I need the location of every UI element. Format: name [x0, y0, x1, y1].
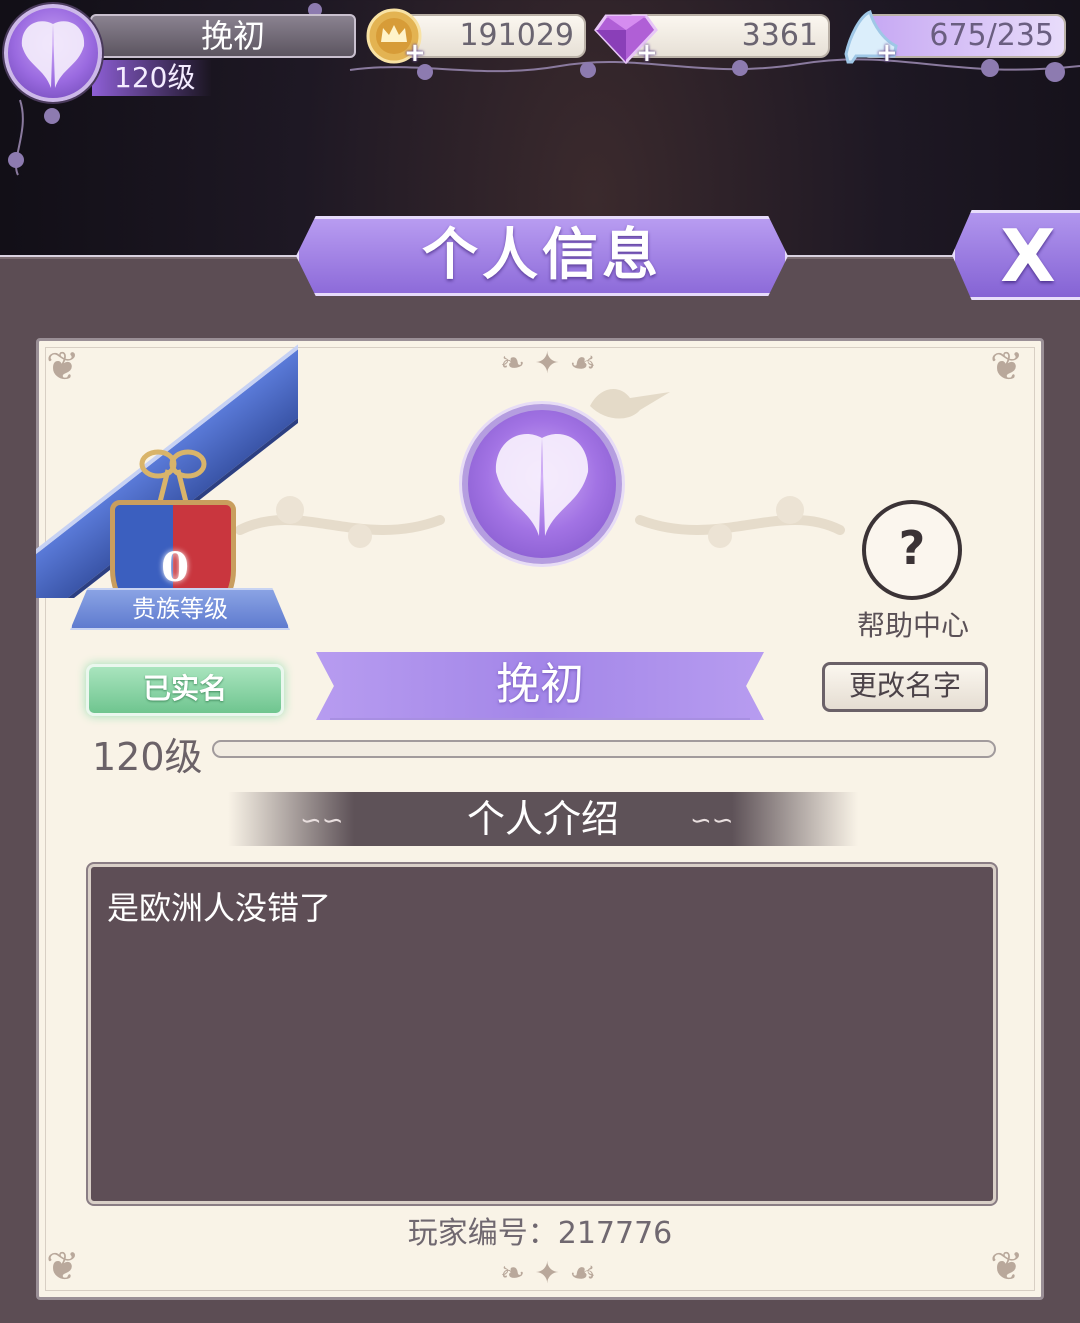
help-center-label[interactable]: 帮助中心	[840, 604, 986, 644]
swirl-right-icon: ∽∽	[690, 806, 734, 836]
rename-button[interactable]: 更改名字	[822, 662, 988, 712]
intro-text: 是欧洲人没错了	[107, 889, 332, 927]
close-icon: X	[1000, 214, 1056, 298]
swirl-left-icon: ∽∽	[300, 806, 344, 836]
bow-icon	[139, 449, 207, 503]
name-banner-line-bottom	[330, 718, 750, 720]
corner-ornament-tr: ❦	[990, 344, 1024, 390]
page-title: 个人信息	[296, 216, 788, 296]
hud-player-name: 挽初	[90, 14, 356, 58]
verified-badge: 已实名	[86, 664, 284, 716]
exp-progress-bar	[212, 740, 996, 758]
bottom-ornament: ❧ ✦ ☙	[500, 1256, 597, 1291]
help-book-icon[interactable]: ?	[862, 500, 962, 600]
gold-add-button[interactable]: +	[404, 40, 426, 66]
noble-level-label: 贵族等级	[70, 588, 290, 630]
wings-avatar-icon	[495, 433, 589, 536]
profile-avatar[interactable]	[462, 404, 622, 564]
help-glyph: ?	[898, 521, 926, 575]
player-level: 120级	[92, 735, 203, 779]
player-name: 挽初	[316, 652, 764, 720]
close-button[interactable]: X	[952, 210, 1080, 300]
wings-avatar-icon	[21, 21, 85, 88]
diamond-add-button[interactable]: +	[636, 40, 658, 66]
intro-textarea[interactable]: 是欧洲人没错了	[88, 864, 996, 1204]
noble-level-value: 0	[161, 544, 189, 591]
player-avatar[interactable]	[4, 4, 102, 102]
hud-player-level: 120级	[92, 60, 212, 96]
stamina-add-button[interactable]: +	[876, 40, 898, 66]
player-id: 玩家编号：217776	[407, 1216, 673, 1251]
top-hud: 挽初 120级 191029 + 3361 + 675/235 +	[0, 0, 1080, 176]
